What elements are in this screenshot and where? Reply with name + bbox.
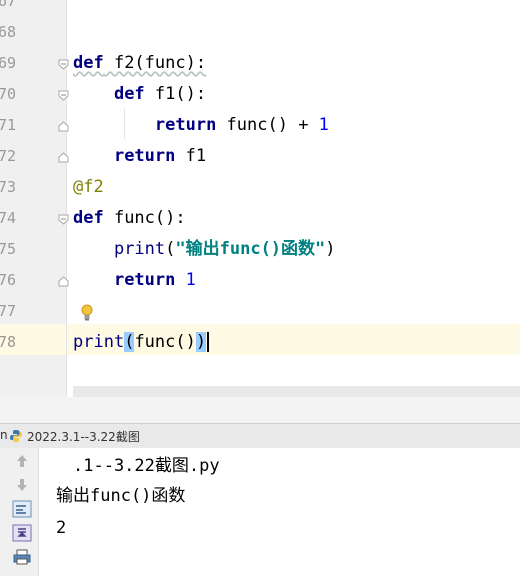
arrow-up-icon[interactable] (12, 452, 32, 470)
code-token: 1 (318, 115, 329, 135)
line-number: 78 (0, 333, 16, 351)
horizontal-scrollbar[interactable] (73, 386, 520, 397)
fold-end-icon[interactable] (58, 276, 69, 287)
code-editor[interactable]: 67 68 69 def f2(func): 70 def f1(): 71 return… (0, 0, 520, 397)
code-token: def (73, 53, 104, 73)
soft-wrap-icon[interactable] (12, 500, 32, 518)
scroll-to-end-icon[interactable] (12, 524, 32, 542)
code-token: def (73, 208, 104, 228)
code-token: "输出func()函数" (175, 239, 326, 259)
code-token: print (73, 332, 125, 352)
code-line[interactable]: def f1(): (73, 79, 206, 110)
code-token: ( (124, 332, 135, 352)
line-number: 67 (0, 0, 16, 10)
line-number: 72 (0, 147, 16, 165)
text-caret (207, 332, 210, 352)
code-token: return (113, 146, 176, 166)
print-icon[interactable] (12, 548, 32, 566)
console-line: 输出func()函数 (56, 486, 186, 506)
code-token: @f2 (73, 177, 104, 197)
code-token: def (113, 84, 145, 104)
line-number: 71 (0, 116, 16, 134)
run-tab-prefix: n (0, 428, 8, 442)
code-token: func() + (216, 115, 319, 135)
code-token: ) (195, 332, 207, 352)
line-number: 73 (0, 178, 16, 196)
python-file-icon (9, 429, 23, 443)
lightbulb-icon[interactable] (80, 304, 94, 322)
console-line: .1--3.22截图.py (73, 456, 220, 476)
code-token: ( (165, 239, 176, 259)
code-token: func(): (103, 208, 186, 228)
run-tab-label[interactable]: 2022.3.1--3.22截图 (27, 428, 140, 445)
fold-collapse-icon[interactable] (58, 214, 69, 225)
code-line[interactable]: return f1 (73, 141, 206, 172)
line-number: 75 (0, 240, 16, 258)
code-token: ) (325, 239, 336, 259)
console-toolbar (0, 448, 39, 576)
code-line[interactable]: @f2 (73, 172, 104, 203)
code-token: f1 (175, 146, 207, 166)
arrow-down-icon[interactable] (12, 476, 32, 494)
code-token: func() (134, 332, 196, 352)
code-line[interactable]: return 1 (73, 265, 196, 296)
line-number: 77 (0, 302, 16, 320)
fold-collapse-icon[interactable] (58, 59, 69, 70)
line-number: 68 (0, 23, 16, 41)
fold-collapse-icon[interactable] (58, 90, 69, 101)
code-token: return (113, 270, 176, 290)
line-number: 69 (0, 54, 16, 72)
code-line[interactable]: print("输出func()函数") (73, 234, 336, 265)
line-number: 76 (0, 271, 16, 289)
run-tab-bar: n 2022.3.1--3.22截图 (0, 423, 520, 449)
code-token: f2(func): (103, 53, 207, 73)
code-token: return (154, 115, 217, 135)
code-token: print (113, 239, 166, 259)
code-line[interactable]: return func() + 1 (73, 110, 329, 141)
code-token: f1(): (144, 84, 207, 104)
line-number: 70 (0, 85, 16, 103)
fold-end-icon[interactable] (58, 152, 69, 163)
code-line[interactable]: def func(): (73, 203, 186, 234)
console-line: 2 (56, 518, 67, 538)
panel-divider[interactable] (0, 397, 520, 423)
run-console[interactable]: .1--3.22截图.py 输出func()函数 2 (0, 448, 520, 576)
code-line[interactable]: def f2(func): (73, 48, 206, 79)
code-line[interactable]: print(func()) (73, 327, 210, 358)
fold-end-icon[interactable] (58, 121, 69, 132)
line-number: 74 (0, 209, 16, 227)
code-token: 1 (185, 270, 196, 290)
